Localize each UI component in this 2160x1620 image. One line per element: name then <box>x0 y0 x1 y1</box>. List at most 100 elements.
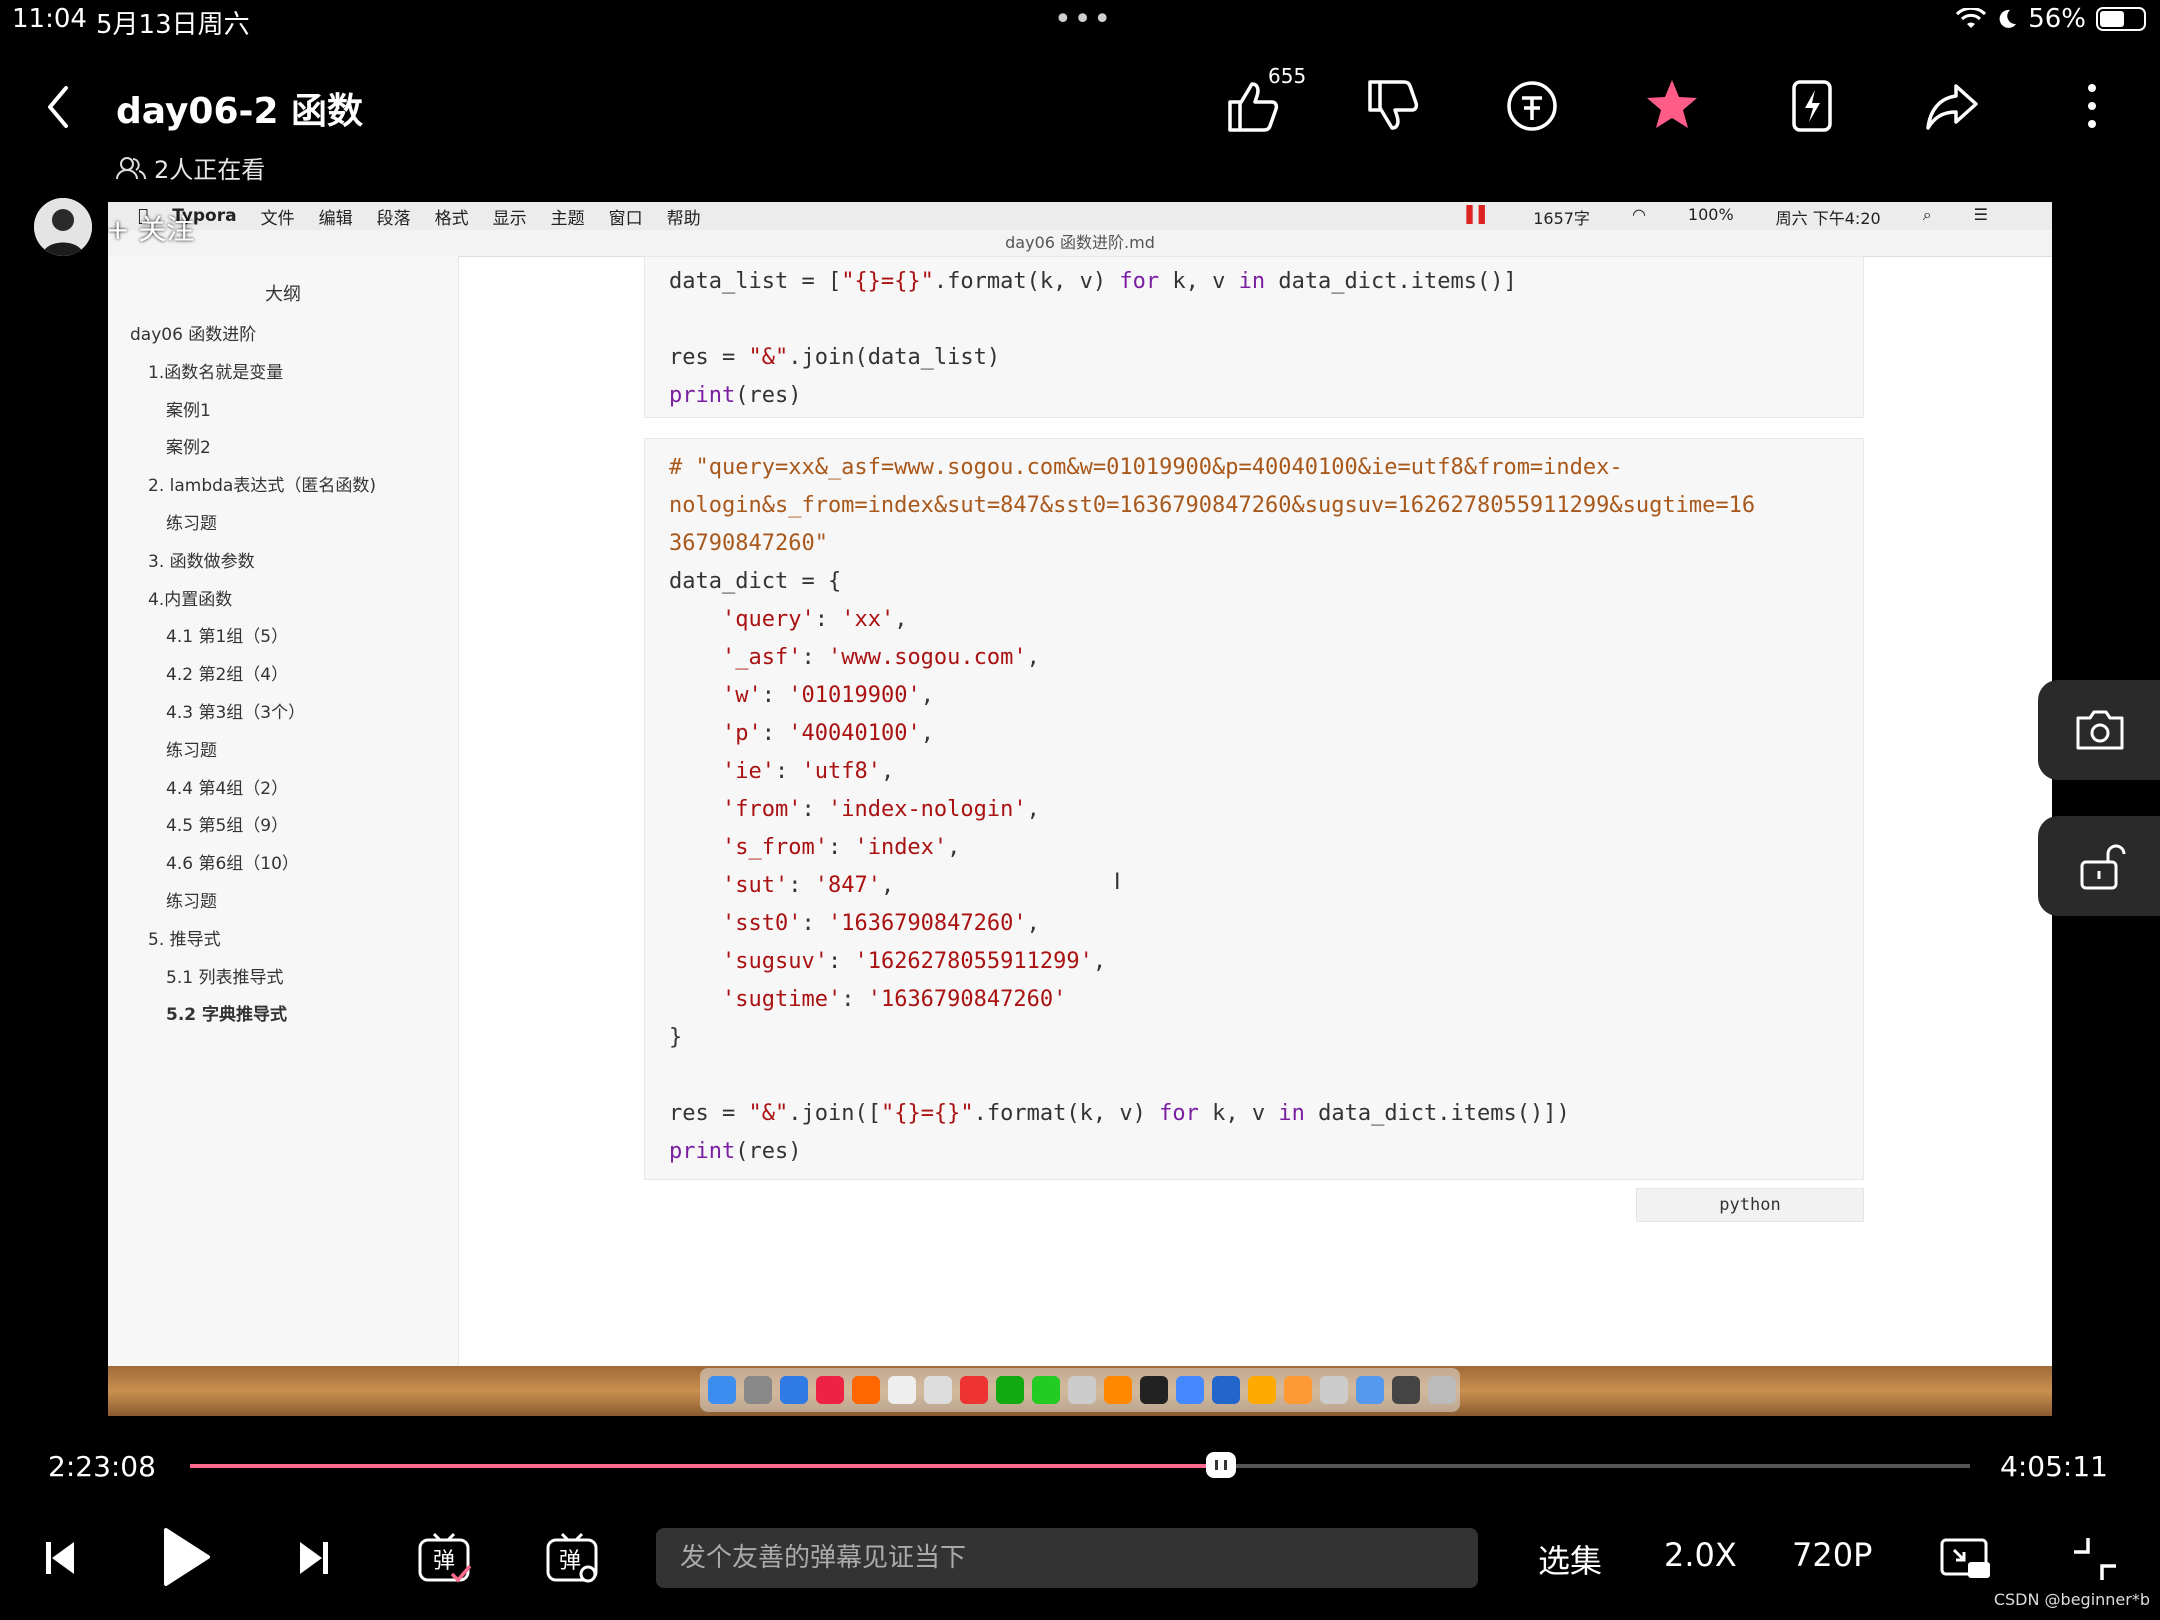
outline-sidebar: 大纲 day06 函数进阶 1.函数名就是变量 案例1 案例2 2. lambda表达式… <box>108 256 459 1376</box>
code-language-label[interactable]: python <box>1636 1188 1864 1222</box>
dock-app-icon[interactable] <box>744 1376 772 1404</box>
picture-in-picture-icon[interactable] <box>1938 1534 1994 1584</box>
dock-app-icon[interactable] <box>1284 1376 1312 1404</box>
people-icon <box>116 156 146 179</box>
exit-fullscreen-icon[interactable] <box>2070 1534 2120 1584</box>
outline-item[interactable]: 4.1 第1组（5） <box>166 622 288 647</box>
dock-app-icon[interactable] <box>1068 1376 1096 1404</box>
dock-app-icon[interactable] <box>888 1376 916 1404</box>
danmaku-settings-icon[interactable]: 弹 <box>544 1530 600 1586</box>
episodes-button[interactable]: 选集 <box>1538 1536 1602 1582</box>
outline-item[interactable]: 4.2 第2组（4） <box>166 660 288 685</box>
dock-app-icon[interactable] <box>1176 1376 1204 1404</box>
progress-bar[interactable] <box>190 1464 1970 1468</box>
dock-app-icon[interactable] <box>924 1376 952 1404</box>
code-line: data_dict = { <box>669 569 842 594</box>
dock-app-icon[interactable] <box>1104 1376 1132 1404</box>
thumbs-down-icon[interactable] <box>1362 76 1422 136</box>
code-line: '_asf': 'www.sogou.com', <box>721 645 1040 670</box>
outline-item[interactable]: 案例2 <box>166 433 211 458</box>
moon-icon <box>1999 9 2017 28</box>
code-line: 'w': '01019900', <box>721 683 934 708</box>
outline-item[interactable]: 5.2 字典推导式 <box>166 1000 287 1025</box>
lock-screen-button[interactable] <box>2038 816 2160 916</box>
menu-item[interactable]: 主题 <box>551 204 585 229</box>
video-frame[interactable]:  Typora 文件 编辑 段落 格式 显示 主题 窗口 帮助 ▌▌ 1657… <box>108 202 2052 1416</box>
previous-icon[interactable] <box>42 1536 78 1580</box>
outline-item[interactable]: 5. 推导式 <box>148 925 221 950</box>
dock-app-icon[interactable] <box>816 1376 844 1404</box>
record-icon: ▌▌ <box>1466 205 1492 224</box>
dock-app-icon[interactable] <box>708 1376 736 1404</box>
outline-item[interactable]: 4.3 第3组（3个） <box>166 698 305 723</box>
outline-item[interactable]: 4.内置函数 <box>148 585 232 610</box>
text-cursor-icon: I <box>1114 870 1121 895</box>
progress-knob[interactable] <box>1206 1452 1237 1478</box>
mac-status-area: ▌▌ 1657字 ◠ 100% 周六 下午4:20 ⌕ ☰ <box>1467 205 2012 229</box>
code-line: data_list = ["{}={}".format(k, v) for k,… <box>669 269 1517 294</box>
dock-app-icon[interactable] <box>1320 1376 1348 1404</box>
follow-button[interactable]: + 关注 <box>106 208 194 248</box>
dock-app-icon[interactable] <box>996 1376 1024 1404</box>
outline-item[interactable]: 2. lambda表达式（匿名函数) <box>148 471 376 496</box>
uploader-avatar[interactable] <box>34 198 92 256</box>
next-icon[interactable] <box>296 1536 332 1580</box>
outline-item[interactable]: 练习题 <box>166 509 217 534</box>
code-line: 'p': '40040100', <box>721 721 934 746</box>
outline-item[interactable]: 3. 函数做参数 <box>148 547 255 572</box>
menu-item[interactable]: 显示 <box>493 204 527 229</box>
dock-app-icon[interactable] <box>1032 1376 1060 1404</box>
outline-item[interactable]: 4.4 第4组（2） <box>166 774 288 799</box>
dock-app-icon[interactable] <box>852 1376 880 1404</box>
quality-button[interactable]: 720P <box>1792 1536 1872 1574</box>
dock-app-icon[interactable] <box>1212 1376 1240 1404</box>
danmaku-input[interactable]: 发个友善的弹幕见证当下 <box>656 1528 1478 1588</box>
dock-app-icon[interactable] <box>1356 1376 1384 1404</box>
outline-item[interactable]: 1.函数名就是变量 <box>148 358 283 383</box>
back-arrow-icon[interactable] <box>40 80 74 134</box>
code-line: 's_from': 'index', <box>721 835 961 860</box>
dock-app-icon[interactable] <box>1428 1376 1456 1404</box>
viewer-count: 2人正在看 <box>116 150 265 185</box>
mac-dock <box>700 1368 1460 1412</box>
video-title: day06-2 函数 <box>116 91 364 132</box>
dock-app-icon[interactable] <box>1392 1376 1420 1404</box>
dock-app-icon[interactable] <box>1140 1376 1168 1404</box>
speed-button[interactable]: 2.0X <box>1664 1536 1737 1574</box>
search-icon: ⌕ <box>1922 205 1932 224</box>
outline-item[interactable]: 案例1 <box>166 396 211 421</box>
play-icon[interactable] <box>158 1526 212 1588</box>
menu-item[interactable]: 编辑 <box>319 204 353 229</box>
unlock-icon <box>2080 844 2126 890</box>
more-icon[interactable] <box>2062 76 2122 136</box>
menu-item[interactable]: 帮助 <box>667 204 701 229</box>
battery-level <box>2100 11 2124 27</box>
outline-item[interactable]: day06 函数进阶 <box>130 320 256 345</box>
favorite-star-icon[interactable] <box>1642 76 1702 136</box>
menu-item[interactable]: 文件 <box>261 204 295 229</box>
charge-icon[interactable] <box>1782 76 1842 136</box>
dock-app-icon[interactable] <box>960 1376 988 1404</box>
danmaku-toggle-icon[interactable]: 弹 <box>416 1530 472 1586</box>
outline-item[interactable]: 5.1 列表推导式 <box>166 963 283 988</box>
multitask-dots[interactable]: ••• <box>1054 2 1113 37</box>
outline-item[interactable]: 练习题 <box>166 887 217 912</box>
screenshot-button[interactable] <box>2038 680 2160 780</box>
list-icon: ☰ <box>1973 205 1988 224</box>
outline-item[interactable]: 练习题 <box>166 736 217 761</box>
share-icon[interactable] <box>1922 76 1982 136</box>
menu-item[interactable]: 窗口 <box>609 204 643 229</box>
dock-app-icon[interactable] <box>780 1376 808 1404</box>
code-block[interactable]: data_list = ["{}={}".format(k, v) for k,… <box>644 256 1864 418</box>
dock-app-icon[interactable] <box>1248 1376 1276 1404</box>
code-block[interactable]: # "query=xx&_asf=www.sogou.com&w=0101990… <box>644 438 1864 1180</box>
code-line: 'sugtime': '1636790847260' <box>721 987 1067 1012</box>
menu-item[interactable]: 格式 <box>435 204 469 229</box>
mac-clock: 周六 下午4:20 <box>1775 209 1881 228</box>
outline-item[interactable]: 4.6 第6组（10） <box>166 849 299 874</box>
outline-item[interactable]: 4.5 第5组（9） <box>166 811 288 836</box>
code-line: 'sst0': '1636790847260', <box>721 911 1040 936</box>
menu-item[interactable]: 段落 <box>377 204 411 229</box>
coin-icon[interactable] <box>1502 76 1562 136</box>
code-line: res = "&".join(data_list) <box>669 345 1001 370</box>
